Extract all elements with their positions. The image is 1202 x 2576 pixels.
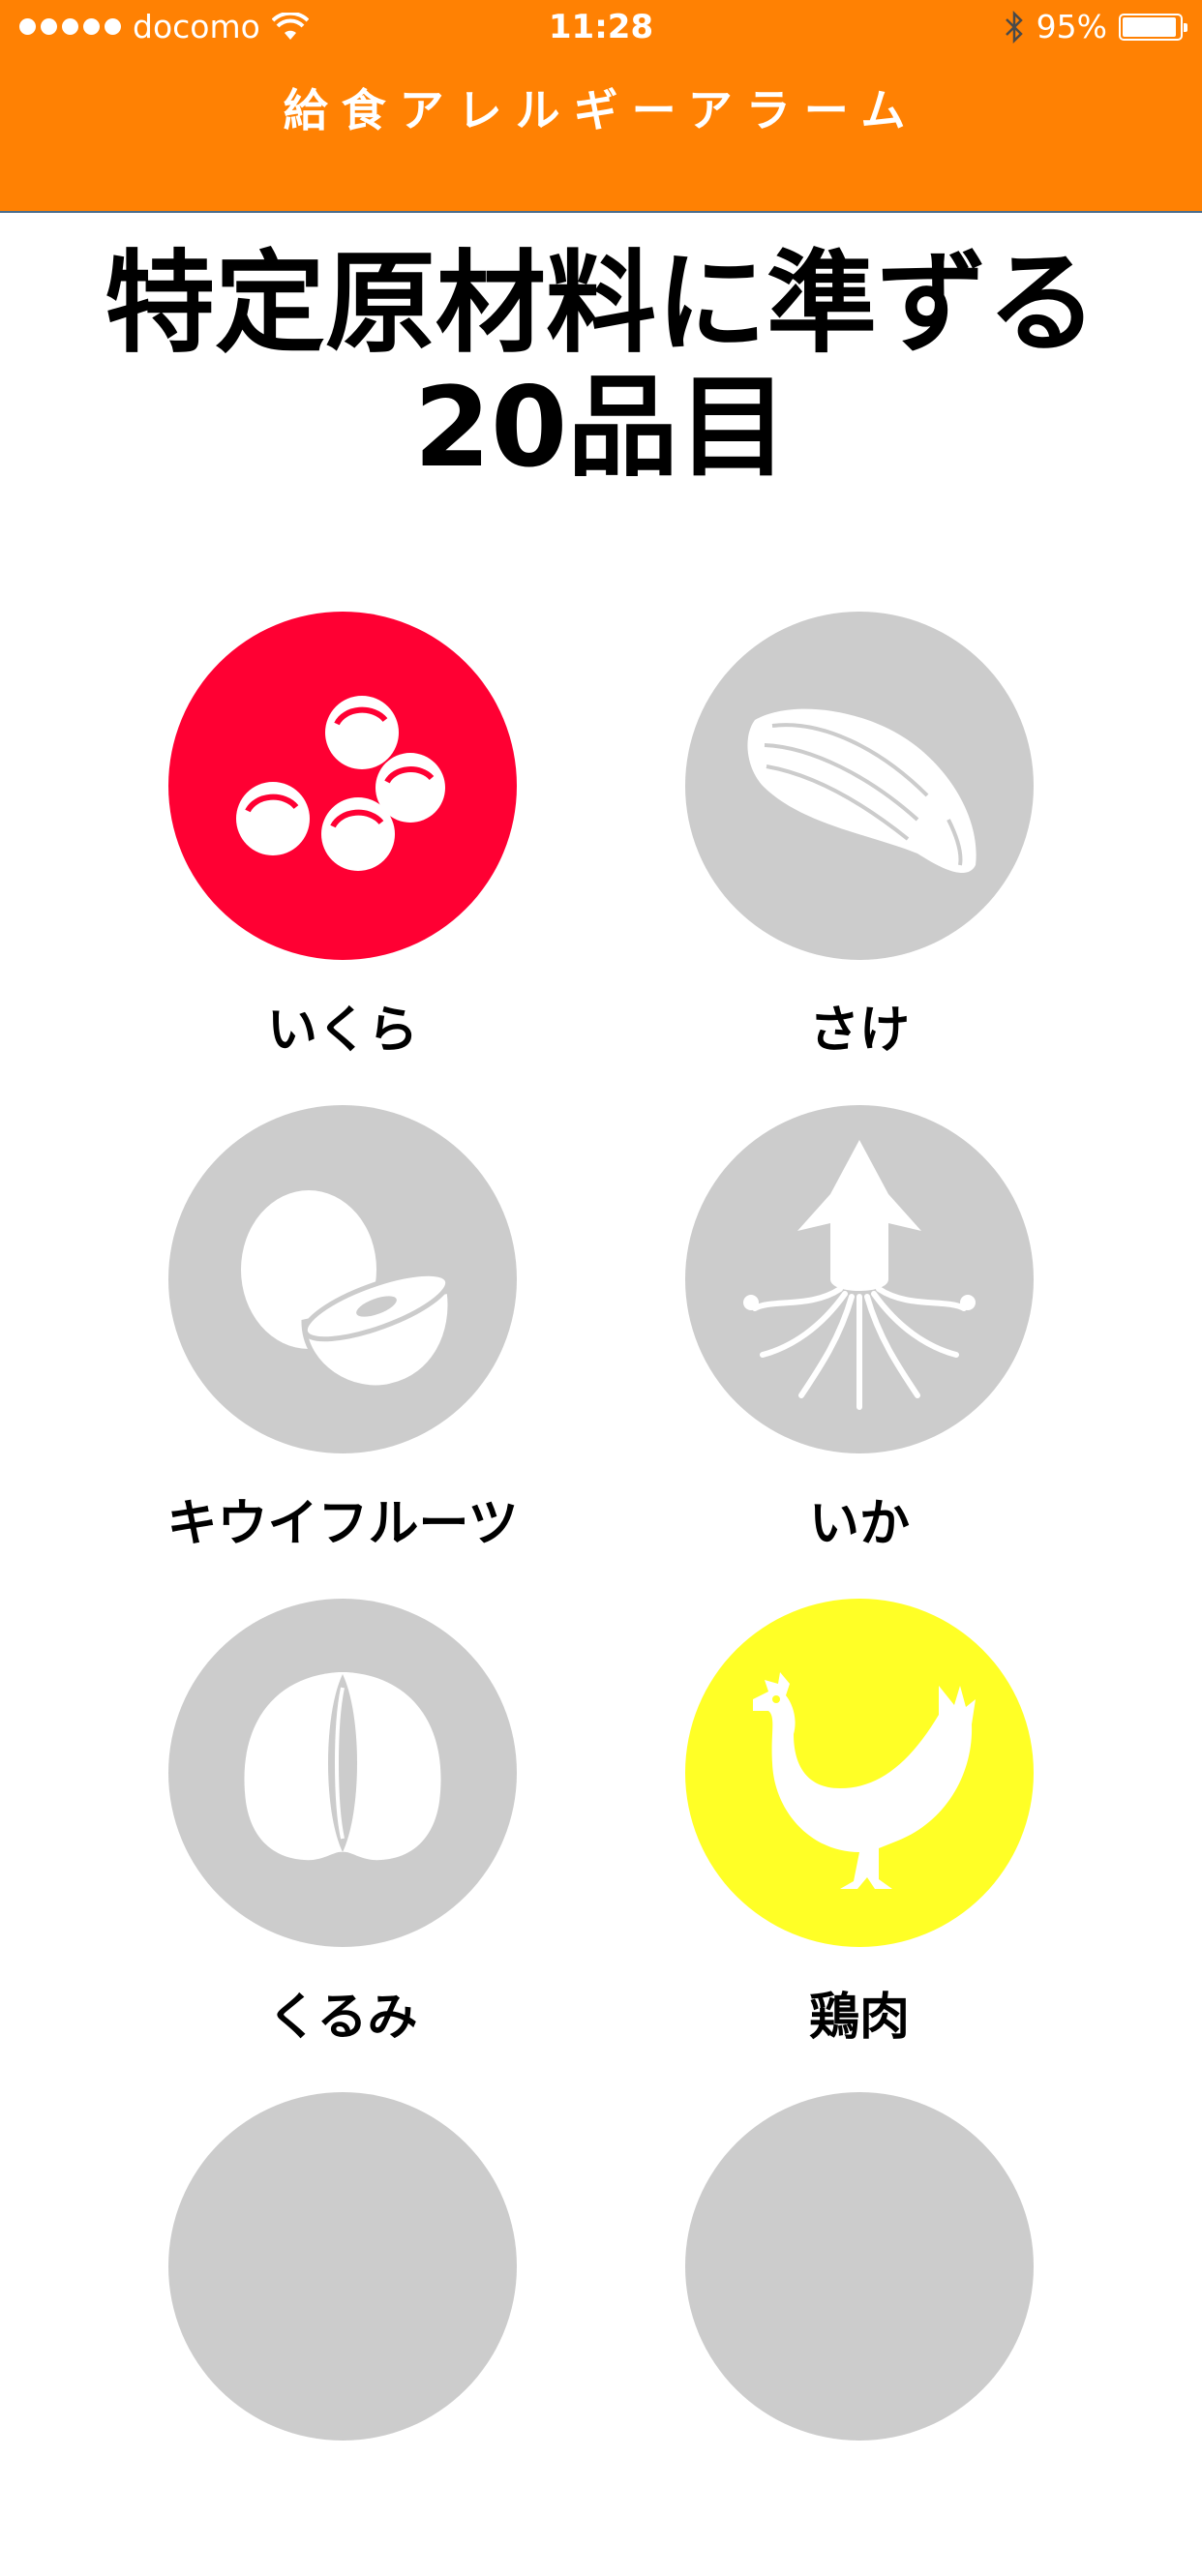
kiwi-fruit-icon — [241, 1190, 453, 1391]
allergen-item-kiwi[interactable]: キウイフルーツ — [139, 1105, 546, 1589]
bluetooth-icon — [1005, 10, 1023, 44]
allergen-label: いか — [808, 1495, 910, 1553]
allergen-button-partial[interactable] — [168, 2092, 517, 2441]
app-header: docomo 11:28 95% 給食アレルギーアラーム — [0, 0, 1202, 213]
allergen-button-ika[interactable] — [685, 1105, 1034, 1453]
allergen-label: くるみ — [267, 1989, 418, 2047]
page-title: 特定原材料に準ずる 20品目 — [0, 242, 1202, 490]
allergen-button-kiwi[interactable] — [168, 1105, 517, 1453]
allergen-label: いくら — [266, 1002, 418, 1060]
chicken-icon — [753, 1672, 976, 1889]
status-bar: docomo 11:28 95% — [0, 0, 1202, 60]
allergen-label: キウイフルーツ — [166, 1495, 519, 1553]
squid-icon — [743, 1140, 976, 1410]
allergen-item-partial[interactable] — [139, 2092, 546, 2576]
allergen-button-chicken[interactable] — [685, 1599, 1034, 1947]
walnut-icon — [244, 1672, 441, 1861]
app-title: 給食アレルギーアラーム — [283, 84, 919, 136]
page-title-line1: 特定原材料に準ずる — [104, 239, 1097, 368]
allergen-button-sake[interactable] — [685, 612, 1034, 960]
allergen-item-kurumi[interactable]: くるみ — [139, 1599, 546, 2082]
battery-icon — [1119, 13, 1187, 41]
allergen-button-partial[interactable] — [685, 2092, 1034, 2441]
salmon-fillet-icon — [747, 708, 977, 874]
allergen-item-sake[interactable]: さけ — [656, 612, 1063, 1095]
allergen-label: さけ — [808, 1002, 910, 1060]
allergen-button-ikura[interactable] — [168, 612, 517, 960]
allergen-item-ika[interactable]: いか — [656, 1105, 1063, 1589]
allergen-label: 鶏肉 — [808, 1989, 910, 2047]
allergen-button-kurumi[interactable] — [168, 1599, 517, 1947]
page-title-line2: 20品目 — [413, 363, 789, 492]
allergen-item-ikura[interactable]: いくら — [139, 612, 546, 1095]
allergen-item-partial[interactable] — [656, 2092, 1063, 2576]
salmon-roe-icon — [236, 696, 445, 871]
battery-percent: 95% — [1036, 8, 1107, 45]
allergen-item-chicken[interactable]: 鶏肉 — [656, 1599, 1063, 2082]
